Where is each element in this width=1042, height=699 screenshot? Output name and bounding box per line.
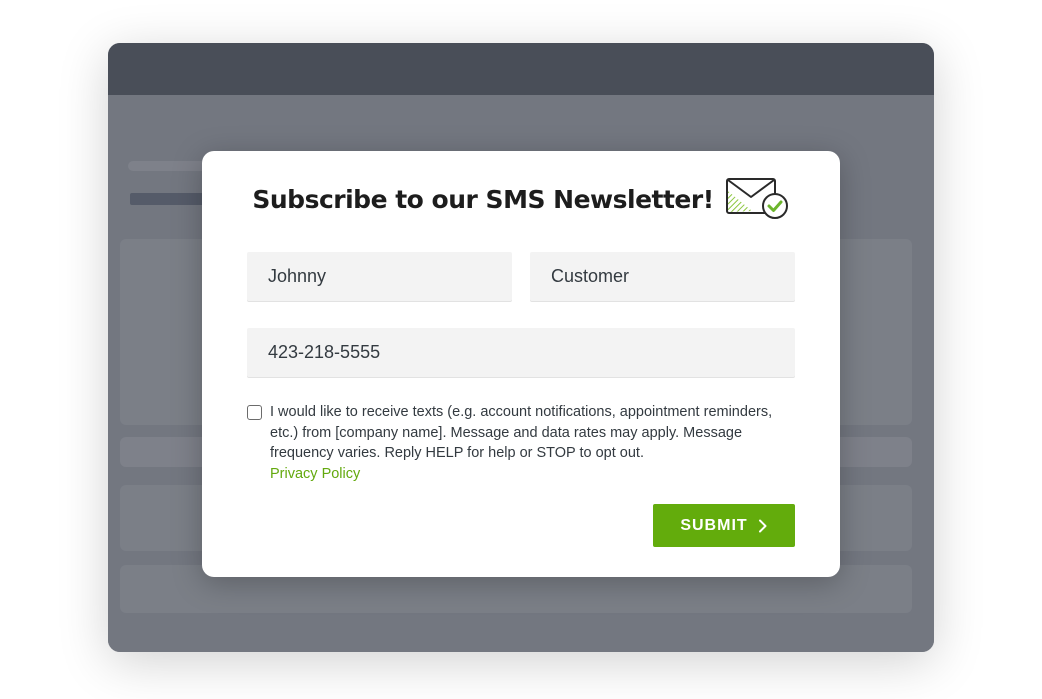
- consent-checkbox[interactable]: [247, 405, 262, 420]
- modal-header: Subscribe to our SMS Newsletter!: [202, 177, 840, 221]
- screenshot-stage: Subscribe to our SMS Newsletter! I woul: [0, 0, 1042, 699]
- last-name-input[interactable]: [530, 252, 795, 301]
- sms-subscribe-modal: Subscribe to our SMS Newsletter! I woul: [202, 151, 840, 577]
- submit-button[interactable]: SUBMIT: [653, 504, 795, 547]
- consent-section: I would like to receive texts (e.g. acco…: [247, 402, 797, 485]
- consent-text: I would like to receive texts (e.g. acco…: [270, 404, 773, 461]
- chevron-right-icon: [758, 519, 767, 532]
- modal-title: Subscribe to our SMS Newsletter!: [252, 184, 714, 214]
- privacy-policy-link[interactable]: Privacy Policy: [270, 464, 797, 485]
- envelope-check-icon: [725, 178, 788, 219]
- window-titlebar: [108, 43, 934, 95]
- consent-copy: I would like to receive texts (e.g. acco…: [270, 402, 797, 485]
- submit-button-label: SUBMIT: [680, 516, 748, 534]
- phone-input[interactable]: [247, 328, 795, 377]
- first-name-input[interactable]: [247, 252, 512, 301]
